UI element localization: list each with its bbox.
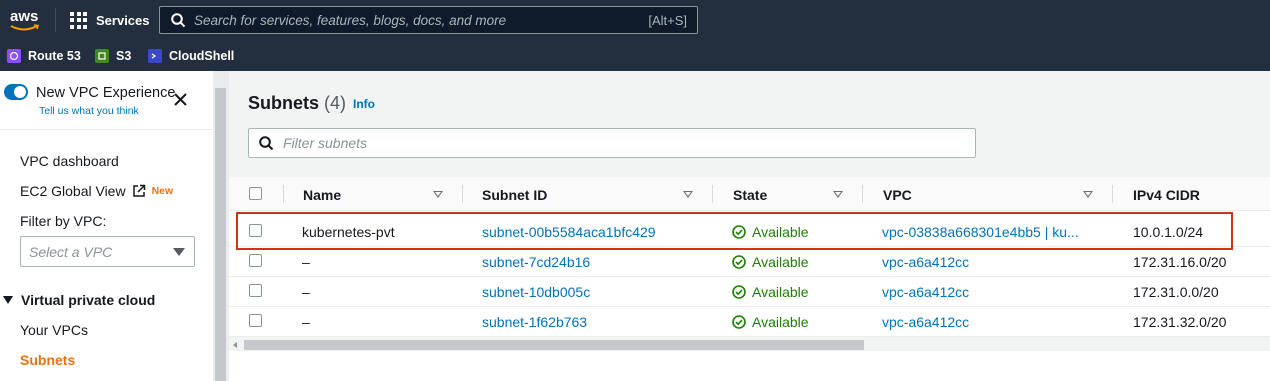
cell-vpc[interactable]: vpc-a6a412cc: [882, 284, 969, 300]
sidebar-item-label: EC2 Global View: [20, 183, 126, 199]
page-title: Subnets (4): [248, 93, 346, 114]
favorite-s3[interactable]: S3: [95, 47, 131, 64]
column-header-state[interactable]: State: [733, 187, 767, 203]
cell-state: Available: [732, 314, 809, 330]
cell-name: –: [302, 284, 310, 300]
subnets-table: Name Subnet ID State VPC IPv4 CIDR kuber…: [229, 177, 1270, 381]
sidebar-item-subnets[interactable]: Subnets: [20, 352, 75, 368]
state-label: Available: [752, 284, 809, 300]
row-checkbox[interactable]: [249, 284, 262, 297]
cell-name: –: [302, 254, 310, 270]
column-divider: [283, 185, 284, 203]
column-divider: [712, 185, 713, 203]
search-shortcut: [Alt+S]: [648, 13, 687, 28]
cell-ipv4-cidr: 172.31.32.0/20: [1133, 314, 1227, 330]
caret-down-icon: [3, 296, 13, 304]
vpc-select-placeholder: Select a VPC: [29, 244, 113, 260]
route53-icon: [7, 48, 21, 63]
status-available-icon: [732, 255, 746, 269]
tell-us-link[interactable]: Tell us what you think: [39, 105, 139, 117]
cell-vpc[interactable]: vpc-a6a412cc: [882, 254, 969, 270]
cell-subnet-id[interactable]: subnet-1f62b763: [482, 314, 587, 330]
column-divider: [462, 185, 463, 203]
search-icon: [259, 136, 274, 151]
aws-smile-icon: [10, 24, 40, 31]
search-placeholder: Search for services, features, blogs, do…: [194, 13, 507, 28]
table-header: Name Subnet ID State VPC IPv4 CIDR: [229, 177, 1270, 211]
sort-icon[interactable]: [683, 191, 693, 198]
section-label: Virtual private cloud: [21, 292, 156, 308]
favorite-label: Route 53: [28, 48, 81, 63]
top-navigation: aws Services Search for services, featur…: [0, 0, 1270, 40]
filter-placeholder: Filter subnets: [283, 135, 368, 151]
table-horizontal-scrollbar[interactable]: [229, 337, 1270, 351]
cell-state: Available: [732, 254, 809, 270]
select-all-checkbox[interactable]: [249, 187, 262, 200]
column-header-vpc[interactable]: VPC: [883, 187, 912, 203]
section-virtual-private-cloud[interactable]: Virtual private cloud: [3, 292, 155, 308]
new-badge: New: [151, 185, 174, 197]
cell-subnet-id[interactable]: subnet-10db005c: [482, 284, 590, 300]
row-highlight-annotation: [236, 212, 1233, 250]
column-header-subnet-id[interactable]: Subnet ID: [482, 187, 547, 203]
global-search-input[interactable]: Search for services, features, blogs, do…: [159, 6, 698, 34]
filter-subnets-input[interactable]: Filter subnets: [248, 128, 976, 158]
sort-icon[interactable]: [433, 191, 443, 198]
external-link-icon: [132, 184, 145, 197]
close-icon[interactable]: [172, 91, 189, 108]
services-label: Services: [96, 12, 150, 28]
favorite-route53[interactable]: Route 53: [7, 47, 81, 64]
cell-ipv4-cidr: 172.31.0.0/20: [1133, 284, 1219, 300]
page-title-text: Subnets: [248, 93, 320, 113]
column-divider: [1112, 185, 1113, 203]
cell-name: –: [302, 314, 310, 330]
sidebar-item-your-vpcs[interactable]: Your VPCs: [20, 322, 88, 338]
cell-ipv4-cidr: 172.31.16.0/20: [1133, 254, 1227, 270]
caret-down-icon: [173, 248, 185, 256]
nav-divider: [55, 8, 56, 32]
row-checkbox[interactable]: [249, 254, 262, 267]
s3-icon: [95, 48, 109, 63]
column-divider: [862, 185, 863, 203]
state-label: Available: [752, 254, 809, 270]
cell-state: Available: [732, 284, 809, 300]
info-link[interactable]: Info: [353, 97, 375, 111]
status-available-icon: [732, 315, 746, 329]
filter-by-vpc-label: Filter by VPC:: [20, 213, 107, 229]
sidebar-divider: [0, 129, 213, 130]
scroll-left-icon[interactable]: [233, 342, 237, 348]
favorites-bar: Route 53 S3 CloudShell: [0, 40, 1270, 71]
sidebar-item-ec2-global-view[interactable]: EC2 Global View New: [20, 183, 173, 199]
column-header-ipv4-cidr[interactable]: IPv4 CIDR: [1133, 187, 1200, 203]
favorite-cloudshell[interactable]: CloudShell: [148, 47, 234, 64]
sidebar-scrollbar[interactable]: [215, 88, 226, 381]
aws-logo-text: aws: [10, 8, 39, 25]
column-header-name[interactable]: Name: [303, 187, 341, 203]
grid-icon: [70, 11, 87, 29]
aws-logo[interactable]: aws: [8, 6, 42, 34]
vpc-select[interactable]: Select a VPC: [20, 236, 195, 267]
cell-subnet-id[interactable]: subnet-7cd24b16: [482, 254, 590, 270]
favorite-label: CloudShell: [169, 48, 235, 63]
row-checkbox[interactable]: [249, 314, 262, 327]
scrollbar-thumb[interactable]: [244, 340, 864, 350]
sort-icon[interactable]: [833, 191, 843, 198]
search-icon: [171, 13, 186, 28]
new-vpc-experience-label: New VPC Experience: [36, 85, 176, 101]
table-row[interactable]: – subnet-10db005c Available vpc-a6a412cc…: [229, 277, 1270, 307]
services-menu-button[interactable]: Services: [70, 10, 150, 30]
subnet-count: (4): [324, 93, 347, 113]
side-navigation: New VPC Experience Tell us what you thin…: [0, 71, 213, 381]
status-available-icon: [732, 285, 746, 299]
sort-icon[interactable]: [1083, 191, 1093, 198]
new-vpc-experience-toggle[interactable]: [4, 84, 28, 100]
favorite-label: S3: [116, 48, 132, 63]
sidebar-item-vpc-dashboard[interactable]: VPC dashboard: [20, 153, 119, 169]
cell-vpc[interactable]: vpc-a6a412cc: [882, 314, 969, 330]
table-row[interactable]: – subnet-1f62b763 Available vpc-a6a412cc…: [229, 307, 1270, 337]
state-label: Available: [752, 314, 809, 330]
cloudshell-icon: [148, 48, 162, 63]
table-row[interactable]: – subnet-7cd24b16 Available vpc-a6a412cc…: [229, 247, 1270, 277]
